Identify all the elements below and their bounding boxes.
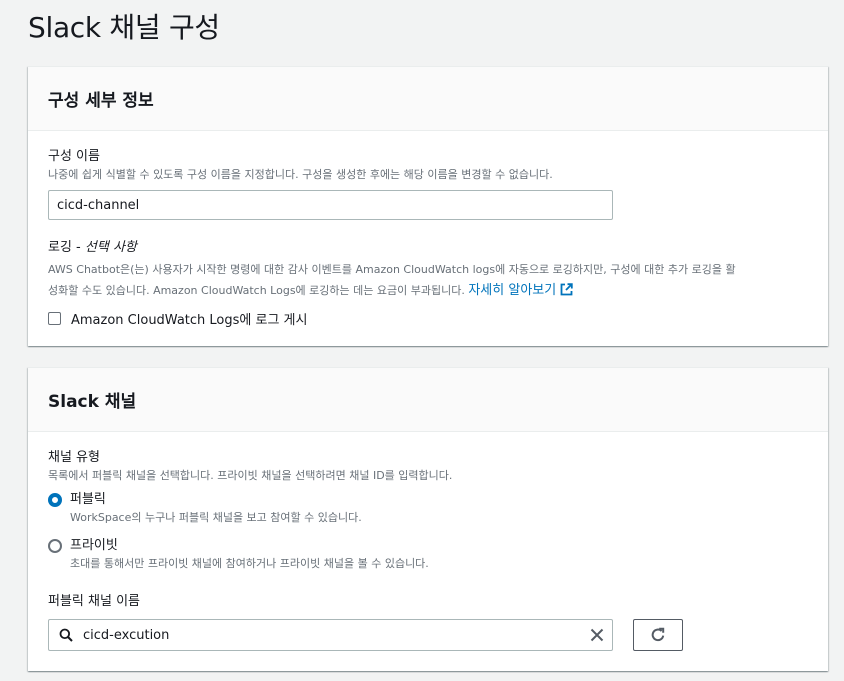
page-title: Slack 채널 구성 bbox=[28, 11, 220, 44]
config-name-input[interactable]: cicd-channel bbox=[48, 190, 613, 220]
public-option-desc: WorkSpace의 누구나 퍼블릭 채널을 보고 참여할 수 있습니다. bbox=[70, 511, 362, 524]
learn-more-text: 자세히 알아보기 bbox=[468, 283, 557, 298]
config-name-value: cicd-channel bbox=[57, 197, 140, 213]
radio-option-private[interactable]: 프라이빗 초대를 통해서만 프라이빗 채널에 참여하거나 프라이빗 채널을 볼 … bbox=[48, 537, 808, 573]
cloudwatch-logs-checkbox-label: Amazon CloudWatch Logs에 로그 게시 bbox=[71, 313, 308, 328]
channel-type-description: 목록에서 퍼블릭 채널을 선택합니다. 프라이빗 채널을 선택하려면 채널 ID… bbox=[48, 469, 453, 482]
public-channel-search-value: cicd-excution bbox=[83, 627, 170, 643]
config-details-title: 구성 세부 정보 bbox=[48, 91, 154, 111]
public-channel-search-input[interactable]: cicd-excution bbox=[48, 619, 613, 651]
channel-type-label: 채널 유형 bbox=[48, 450, 100, 465]
public-radio[interactable] bbox=[48, 493, 62, 507]
refresh-button[interactable] bbox=[633, 619, 683, 651]
slack-channel-header: Slack 채널 bbox=[28, 368, 828, 432]
config-name-description: 나중에 쉽게 식별할 수 있도록 구성 이름을 지정합니다. 구성을 생성한 후… bbox=[48, 168, 553, 181]
logging-label: 로깅 - 선택 사항 bbox=[48, 239, 808, 257]
logging-desc-line2: 성화할 수도 있습니다. Amazon CloudWatch Logs에 로깅하… bbox=[48, 284, 465, 297]
cloudwatch-logs-checkbox-row[interactable]: Amazon CloudWatch Logs에 로그 게시 bbox=[48, 309, 808, 328]
slack-channel-panel: Slack 채널 채널 유형 목록에서 퍼블릭 채널을 선택합니다. 프라이빗 … bbox=[28, 367, 828, 671]
radio-option-public[interactable]: 퍼블릭 WorkSpace의 누구나 퍼블릭 채널을 보고 참여할 수 있습니다… bbox=[48, 491, 808, 527]
refresh-icon bbox=[650, 627, 666, 643]
logging-label-text: 로깅 - bbox=[48, 240, 85, 255]
config-details-header: 구성 세부 정보 bbox=[28, 67, 828, 131]
logging-desc-line1: AWS Chatbot은(는) 사용자가 시작한 명령에 대한 감사 이벤트를 … bbox=[48, 263, 736, 276]
search-icon bbox=[59, 628, 73, 642]
config-name-label: 구성 이름 bbox=[48, 149, 100, 164]
private-option-desc: 초대를 통해서만 프라이빗 채널에 참여하거나 프라이빗 채널을 볼 수 있습니… bbox=[70, 557, 429, 570]
cloudwatch-logs-checkbox[interactable] bbox=[48, 312, 61, 325]
clear-icon[interactable] bbox=[590, 628, 604, 642]
public-channel-name-label: 퍼블릭 채널 이름 bbox=[48, 594, 140, 609]
logging-optional: 선택 사항 bbox=[84, 240, 137, 255]
logging-description: AWS Chatbot은(는) 사용자가 시작한 명령에 대한 감사 이벤트를 … bbox=[48, 259, 808, 303]
public-option-title: 퍼블릭 bbox=[70, 492, 106, 507]
private-radio[interactable] bbox=[48, 539, 62, 553]
external-link-icon bbox=[560, 282, 573, 303]
slack-channel-title: Slack 채널 bbox=[48, 392, 137, 412]
private-option-title: 프라이빗 bbox=[70, 538, 118, 553]
config-details-panel: 구성 세부 정보 구성 이름 나중에 쉽게 식별할 수 있도록 구성 이름을 지… bbox=[28, 66, 828, 346]
learn-more-link[interactable]: 자세히 알아보기 bbox=[468, 283, 573, 298]
